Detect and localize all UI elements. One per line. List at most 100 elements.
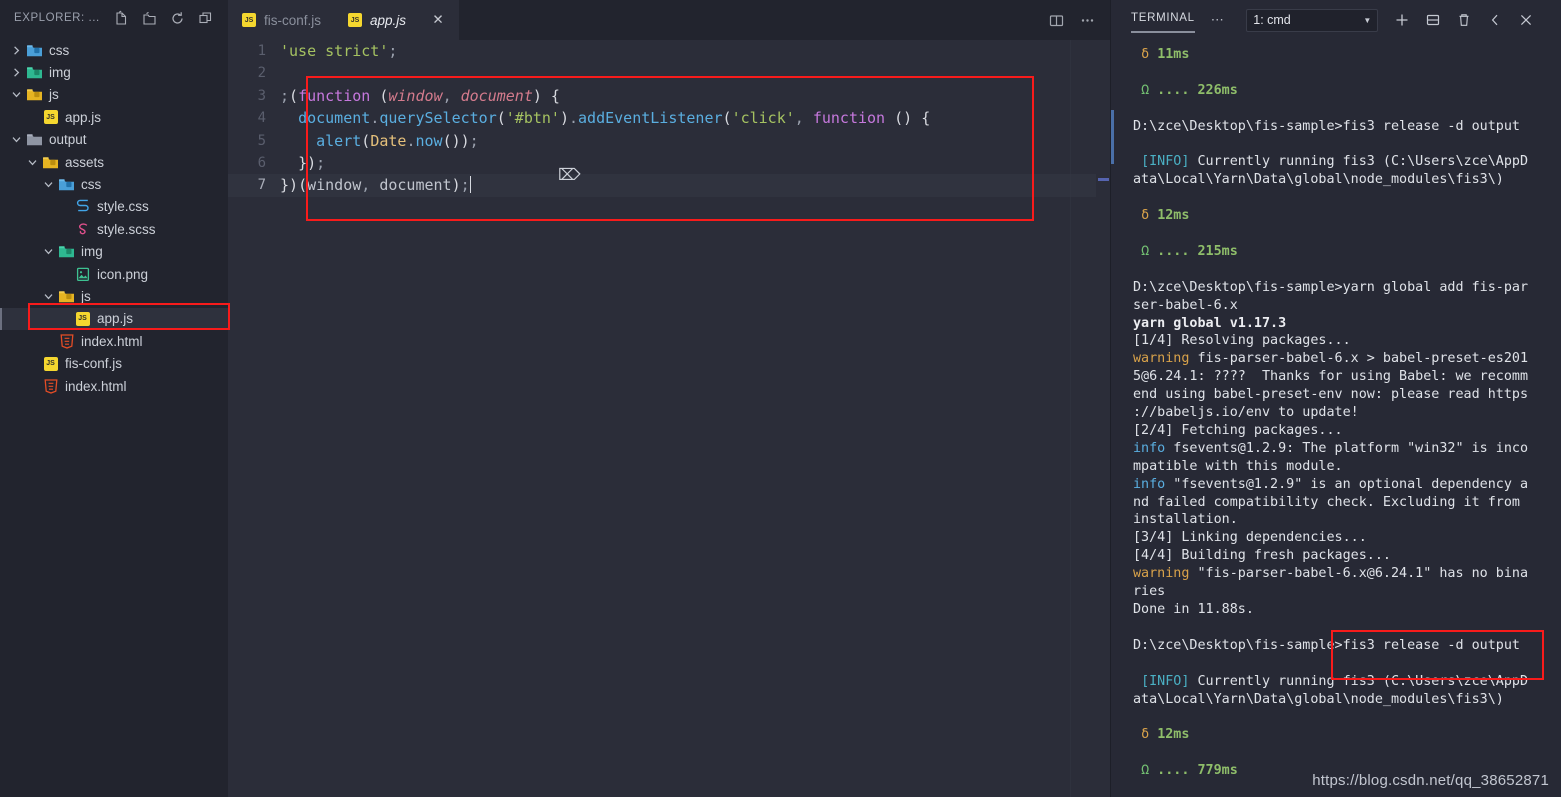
terminal-line: mpatible with this module. xyxy=(1133,458,1561,476)
editor-body[interactable]: 1'use strict'; 2 3 ;(function (window, docu… xyxy=(228,40,1110,797)
folder-js-icon xyxy=(57,287,76,306)
close-panel-icon[interactable] xyxy=(1518,12,1534,28)
code-editor[interactable]: 1'use strict'; 2 3 ;(function (window, docu… xyxy=(228,40,1110,797)
explorer-sidebar: EXPLORER: ... css img js JS app.js output asse… xyxy=(0,0,228,797)
tree-item-fis-conf-js[interactable]: JS fis-conf.js xyxy=(0,352,228,374)
code-line[interactable]: 7})(window, document); xyxy=(228,174,1110,197)
js-file-icon: JS xyxy=(242,13,256,27)
terminal-line: ata\Local\Yarn\Data\global\node_modules\… xyxy=(1133,171,1561,189)
code-line[interactable]: 5 alert(Date.now()); xyxy=(228,130,1110,152)
tree-item-label: style.scss xyxy=(97,221,156,237)
terminal-text: yarn global v1.17.3 xyxy=(1133,315,1287,331)
terminal-line: δ 11ms xyxy=(1133,46,1561,64)
terminal-text: [INFO] xyxy=(1141,673,1190,689)
text-cursor-pointer: ⌦ xyxy=(558,167,581,184)
refresh-icon[interactable] xyxy=(169,10,186,27)
split-terminal-icon[interactable] xyxy=(1425,12,1441,28)
tab-app-js[interactable]: JS app.js ✕ xyxy=(334,0,460,40)
image-file-icon xyxy=(73,265,92,284)
panel-more-icon[interactable]: ⋯ xyxy=(1211,12,1226,28)
terminal-line: [2/4] Fetching packages... xyxy=(1133,422,1561,440)
tree-item-assets[interactable]: assets xyxy=(0,151,228,173)
new-folder-icon[interactable] xyxy=(141,10,158,27)
tree-item-js[interactable]: js xyxy=(0,285,228,307)
editor-area: JS fis-conf.js JS app.js ✕ 1 'use strict'… xyxy=(228,0,1110,797)
new-terminal-icon[interactable] xyxy=(1394,12,1410,28)
terminal-text: warning xyxy=(1133,566,1190,582)
tree-item-css[interactable]: css xyxy=(0,173,228,195)
collapse-all-icon[interactable] xyxy=(197,10,214,27)
file-tree[interactable]: css img js JS app.js output assets css style.css… xyxy=(0,36,228,397)
close-tab-icon[interactable]: ✕ xyxy=(430,12,446,28)
chevron-right-icon[interactable] xyxy=(8,67,25,78)
chevron-down-icon[interactable] xyxy=(40,179,57,190)
tree-item-output[interactable]: output xyxy=(0,129,228,151)
terminal-panel: TERMINAL ⋯ 1: cmd ▼ δ 11ms Ω .... 226ms … xyxy=(1110,0,1561,797)
chevron-left-icon[interactable] xyxy=(1487,12,1503,28)
chevron-down-icon[interactable] xyxy=(8,134,25,145)
tree-item-icon-png[interactable]: icon.png xyxy=(0,263,228,285)
code-line[interactable]: 1 'use strict'; xyxy=(228,40,1110,62)
terminal-shell-select[interactable]: 1: cmd ▼ xyxy=(1246,8,1379,32)
tree-item-style-css[interactable]: style.css xyxy=(0,196,228,218)
more-actions-icon[interactable] xyxy=(1079,12,1096,29)
tree-item-index-html[interactable]: index.html xyxy=(0,330,228,352)
chevron-down-icon[interactable] xyxy=(8,89,25,100)
code-line[interactable]: 4 document.querySelector('#btn').addEven… xyxy=(228,107,1110,129)
chevron-down-icon[interactable] xyxy=(40,291,57,302)
code-line[interactable]: 6 }); xyxy=(228,152,1110,174)
code-token: window xyxy=(307,176,362,195)
chevron-down-icon[interactable] xyxy=(40,246,57,257)
terminal-line: [4/4] Building fresh packages... xyxy=(1133,547,1561,565)
chevron-right-icon[interactable] xyxy=(8,45,25,56)
tree-item-css[interactable]: css xyxy=(0,39,228,61)
code-line[interactable]: 2 xyxy=(228,62,1110,84)
tree-item-label: img xyxy=(49,65,71,81)
tree-item-style-scss[interactable]: style.scss xyxy=(0,218,228,240)
chevron-down-icon[interactable] xyxy=(24,157,41,168)
tree-item-app-js[interactable]: JS app.js xyxy=(0,307,228,331)
code-token: querySelector xyxy=(379,109,497,128)
terminal-text: warning xyxy=(1133,351,1190,367)
code-token: function xyxy=(812,109,886,128)
js-file-icon: JS xyxy=(348,13,363,27)
line-number: 5 xyxy=(257,132,266,149)
terminal-line: δ 12ms xyxy=(1133,207,1561,225)
terminal-output[interactable]: δ 11ms Ω .... 226ms D:\zce\Desktop\fis-sa… xyxy=(1111,40,1561,797)
tree-item-js[interactable]: js xyxy=(0,84,228,106)
code-token: document xyxy=(460,86,533,105)
terminal-text: ries xyxy=(1133,584,1166,600)
tree-item-label: css xyxy=(81,177,102,193)
code-line[interactable]: 3 ;(function (window, document) { xyxy=(228,85,1110,107)
terminal-text: Ω xyxy=(1141,82,1150,98)
css-file-icon xyxy=(73,197,92,216)
tree-item-img[interactable]: img xyxy=(0,241,228,263)
new-file-icon[interactable] xyxy=(113,10,130,27)
tree-item-app-js[interactable]: JS app.js xyxy=(0,106,228,128)
tabbar-spacer xyxy=(459,0,1040,40)
kill-terminal-icon[interactable] xyxy=(1456,12,1472,28)
terminal-text: [4/4] Building fresh packages... xyxy=(1133,548,1391,564)
tree-item-index-html[interactable]: index.html xyxy=(0,375,228,397)
split-editor-icon[interactable] xyxy=(1048,12,1065,29)
terminal-line: ata\Local\Yarn\Data\global\node_modules\… xyxy=(1133,691,1561,709)
tab-fis-conf-js[interactable]: JS fis-conf.js xyxy=(228,0,335,40)
terminal-text: D:\zce\Desktop\fis-sample>yarn global ad… xyxy=(1133,279,1529,295)
tab-terminal[interactable]: TERMINAL xyxy=(1131,12,1195,33)
terminal-text: D:\zce\Desktop\fis-sample>fis3 release -… xyxy=(1133,118,1520,134)
tab-label: fis-conf.js xyxy=(264,12,322,28)
vscode-window: EXPLORER: ... css img js JS app.js output asse… xyxy=(0,0,1561,797)
terminal-text: δ xyxy=(1141,47,1150,62)
code-line-text: }); xyxy=(280,152,325,174)
editor-overview-ruler[interactable] xyxy=(1096,40,1110,797)
tree-item-label: css xyxy=(49,42,70,58)
tree-item-img[interactable]: img xyxy=(0,61,228,83)
